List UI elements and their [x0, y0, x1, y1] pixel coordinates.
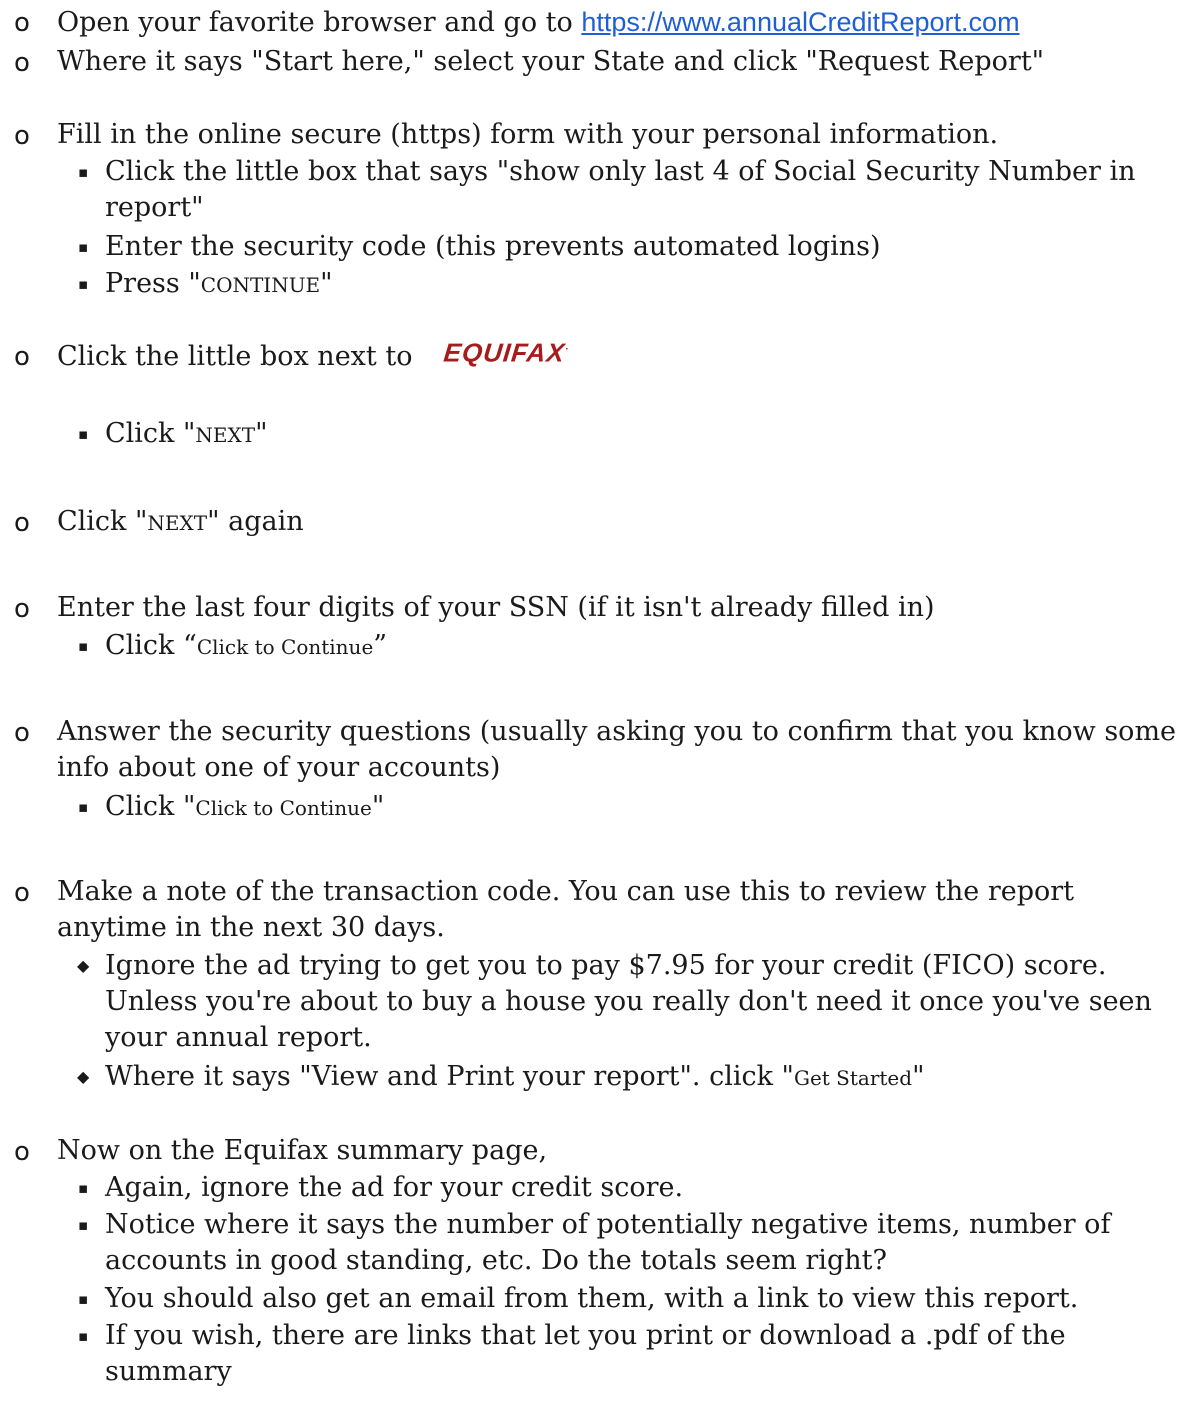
text-suffix: ": [255, 418, 268, 449]
step-text: Where it says "Start here," select your …: [57, 46, 1045, 77]
text-prefix: Click ": [57, 506, 148, 537]
button-label: Click to Continue: [195, 796, 372, 820]
circle-bullet: o: [14, 1137, 30, 1167]
substep-text: Where it says "View and Print your repor…: [105, 1059, 1185, 1096]
square-bullet: ▪: [78, 275, 89, 293]
annualcreditreport-link[interactable]: https://www.annualCreditReport.com: [581, 7, 1019, 37]
text-prefix: Where it says "View and Print your repor…: [105, 1061, 794, 1092]
diamond-bullet: ◆: [77, 1067, 90, 1086]
step-text: Enter the last four digits of your SSN (…: [57, 592, 935, 623]
square-bullet: ▪: [78, 1216, 89, 1234]
substep-text: If you wish, there are links that let yo…: [105, 1320, 1066, 1387]
step-text-prefix: Open your favorite browser and go to: [57, 7, 582, 38]
circle-bullet: o: [14, 121, 30, 151]
text-suffix: ": [320, 268, 333, 299]
substep-text: Click "Click to Continue": [105, 789, 1185, 826]
substep-text: Press "CONTINUE": [105, 266, 1185, 303]
step-text: Answer the security questions (usually a…: [57, 716, 1177, 783]
equifax-logo-mark: ·: [565, 344, 571, 355]
square-bullet: ▪: [78, 798, 89, 816]
text-prefix: Click ": [105, 418, 196, 449]
step-text: Make a note of the transaction code. You…: [57, 876, 1074, 943]
text-suffix: ": [912, 1061, 925, 1092]
step-text: Click "NEXT" again: [57, 504, 1187, 541]
square-bullet: ▪: [78, 1290, 89, 1308]
substep-text: Ignore the ad trying to get you to pay $…: [105, 950, 1152, 1053]
text-prefix: Click ": [105, 791, 196, 822]
button-label: Click to Continue: [196, 635, 374, 659]
text-suffix: ": [371, 791, 385, 822]
text-prefix: Click “: [105, 630, 197, 661]
substep-text: Notice where it says the number of poten…: [105, 1209, 1111, 1276]
circle-bullet: o: [14, 48, 30, 78]
text-suffix: ”: [373, 630, 388, 661]
square-bullet: ▪: [78, 425, 89, 443]
text-suffix: " again: [207, 506, 304, 537]
step-text: Now on the Equifax summary page,: [57, 1135, 548, 1166]
step-text: Fill in the online secure (https) form w…: [57, 119, 999, 150]
step-text: Click the little box next to EQUIFAX·: [57, 338, 1187, 377]
circle-bullet: o: [14, 342, 30, 372]
circle-bullet: o: [14, 508, 30, 538]
circle-bullet: o: [14, 594, 30, 624]
substep-text: Click "NEXT": [105, 416, 1185, 453]
button-label: CONTINUE: [200, 273, 321, 297]
substep-text: You should also get an email from them, …: [105, 1283, 1079, 1314]
button-label: NEXT: [195, 423, 256, 447]
text-prefix: Press ": [105, 268, 201, 299]
circle-bullet: o: [14, 718, 30, 748]
square-bullet: ▪: [78, 637, 89, 655]
substep-text: Click the little box that says "show onl…: [105, 156, 1136, 223]
square-bullet: ▪: [78, 1327, 89, 1345]
text-prefix: Click the little box next to: [57, 340, 413, 372]
button-label: Get Started: [793, 1066, 913, 1090]
square-bullet: ▪: [78, 163, 89, 181]
circle-bullet: o: [14, 8, 30, 38]
square-bullet: ▪: [78, 1179, 89, 1197]
instructions-document: o Open your favorite browser and go to h…: [0, 0, 1193, 1424]
equifax-logo: EQUIFAX·: [442, 332, 572, 371]
equifax-logo-wordmark: EQUIFAX: [442, 337, 568, 368]
diamond-bullet: ◆: [77, 956, 90, 975]
substep-text: Again, ignore the ad for your credit sco…: [105, 1172, 684, 1203]
substep-text: Click “Click to Continue”: [105, 628, 1185, 665]
button-label: NEXT: [147, 511, 208, 535]
square-bullet: ▪: [78, 238, 89, 256]
substep-text: Enter the security code (this prevents a…: [105, 231, 881, 262]
step-text: Open your favorite browser and go to htt…: [57, 4, 1187, 41]
circle-bullet: o: [14, 878, 30, 908]
